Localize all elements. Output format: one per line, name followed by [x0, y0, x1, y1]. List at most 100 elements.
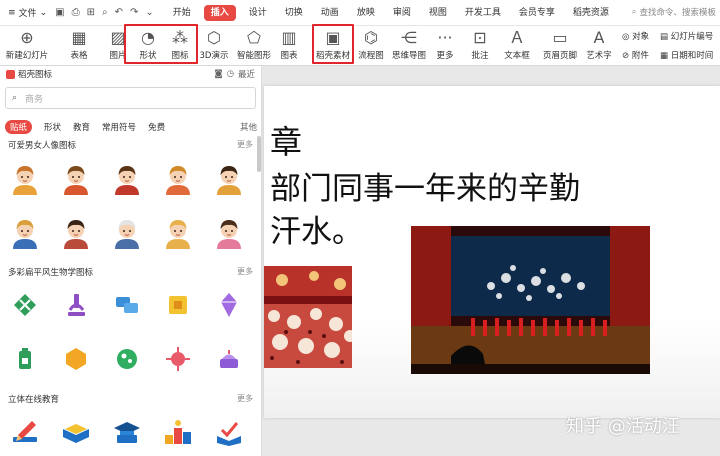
- hamburger-icon: ≡: [8, 7, 16, 18]
- panel-header: 稻壳图标 ◙ ◷ 最近: [0, 66, 261, 82]
- highlight-material-box: [312, 24, 354, 64]
- more-link[interactable]: 更多: [237, 393, 253, 405]
- battery-icon[interactable]: [3, 337, 47, 381]
- customize-icon[interactable]: ⌄: [145, 7, 153, 18]
- open-book-icon[interactable]: [54, 410, 98, 454]
- tab-0[interactable]: 开始: [164, 0, 200, 26]
- category-more-tab[interactable]: 其他: [240, 121, 257, 133]
- flowchart-button[interactable]: ⌬ 流程图: [356, 28, 386, 61]
- smart-art-button[interactable]: ⬠ 智能图形: [234, 28, 274, 61]
- cake-icon[interactable]: [207, 337, 251, 381]
- dna-icon[interactable]: [3, 283, 47, 327]
- more-link[interactable]: 更多: [237, 139, 253, 151]
- icon-grid-avatars: [3, 156, 257, 254]
- crystal-icon[interactable]: [207, 283, 251, 327]
- avatar-bearded-man-icon[interactable]: [105, 156, 149, 200]
- attachment-button[interactable]: ⊘ 附件: [622, 49, 649, 61]
- table-button[interactable]: ▦ 表格: [64, 28, 94, 61]
- pencil-icon[interactable]: [3, 410, 47, 454]
- avatar-boy-icon[interactable]: [3, 156, 47, 200]
- export-pdf-icon[interactable]: ⎙: [72, 7, 80, 18]
- panel-scrollbar[interactable]: [257, 136, 261, 172]
- microscope-icon[interactable]: [54, 283, 98, 327]
- menu-bar: ≡ 文件 ⌄ ▣ ⎙ ⊞ ⌕ ↶ ↷ ⌄ 开始 插入 设计 切换 动画 放映 审阅 视图 开发工…: [0, 0, 720, 26]
- category-tab-1[interactable]: 形状: [44, 121, 61, 133]
- undo-icon[interactable]: ↶: [115, 7, 123, 18]
- command-search[interactable]: ⌕ 查找命令、搜索模板: [632, 6, 716, 18]
- tab-3[interactable]: 切换: [276, 0, 312, 26]
- wordart-button[interactable]: A 艺术字: [582, 28, 616, 61]
- avatar-woman-long-hair-icon[interactable]: [207, 210, 251, 254]
- certificate-icon[interactable]: [207, 410, 251, 454]
- stage-performance-photo[interactable]: [411, 226, 650, 374]
- quick-access-toolbar: ▣ ⎙ ⊞ ⌕ ↶ ↷ ⌄: [55, 7, 154, 18]
- new-slide-button[interactable]: ⊕ 新建幻灯片: [4, 28, 50, 61]
- avatar-old-man-icon[interactable]: [105, 210, 149, 254]
- recent-link[interactable]: 最近: [238, 68, 255, 80]
- section-header-education: 立体在线教育 更多: [8, 393, 253, 405]
- graduation-cap-icon[interactable]: [105, 410, 149, 454]
- tab-2[interactable]: 设计: [240, 0, 276, 26]
- category-tab-0[interactable]: 贴纸: [5, 120, 33, 134]
- tab-10[interactable]: 稻壳资源: [564, 0, 618, 26]
- more-link[interactable]: 更多: [237, 266, 253, 278]
- slide-number-icon: ▤: [660, 32, 669, 42]
- avatar-girl-icon[interactable]: [156, 156, 200, 200]
- slide-number-button[interactable]: ▤ 幻灯片编号: [660, 30, 713, 42]
- flowchart-icon: ⌬: [364, 28, 378, 47]
- tab-6[interactable]: 审阅: [384, 0, 420, 26]
- tab-9[interactable]: 会员专享: [510, 0, 564, 26]
- banquet-photo[interactable]: [264, 266, 352, 368]
- virus-icon[interactable]: [156, 337, 200, 381]
- preview-icon[interactable]: ⌕: [102, 7, 108, 18]
- tab-5[interactable]: 放映: [348, 0, 384, 26]
- slide-text-line2[interactable]: 部门同事一年来的辛勤: [270, 163, 580, 208]
- watermark: 知乎 @活动汪: [566, 416, 680, 437]
- panel-search-input[interactable]: ⌕ 商务: [5, 87, 256, 109]
- file-menu[interactable]: ≡ 文件 ⌄: [0, 6, 55, 20]
- save-icon[interactable]: ▣: [55, 7, 64, 18]
- category-tab-2[interactable]: 教育: [73, 121, 90, 133]
- chevron-down-icon: ⌄: [39, 7, 48, 18]
- honeycomb-icon[interactable]: [54, 337, 98, 381]
- clock-icon: ◷: [226, 69, 234, 79]
- slide-text-line3[interactable]: 汗水。: [270, 206, 363, 251]
- category-tab-4[interactable]: 免费: [148, 121, 165, 133]
- cell-icon[interactable]: [105, 337, 149, 381]
- lab-box-icon[interactable]: [156, 283, 200, 327]
- header-footer-button[interactable]: ▭ 页眉页脚: [542, 28, 578, 61]
- avatar-woman-icon[interactable]: [207, 156, 251, 200]
- avatar-blonde-girl-icon[interactable]: [156, 210, 200, 254]
- tab-1[interactable]: 插入: [203, 4, 236, 21]
- avatar-man-hat-icon[interactable]: [54, 156, 98, 200]
- podium-icon[interactable]: [156, 410, 200, 454]
- menu-tabs: 开始 插入 设计 切换 动画 放映 审阅 视图 开发工具 会员专享 稻壳资源: [164, 0, 618, 26]
- comment-button[interactable]: ⊡ 批注: [468, 28, 492, 61]
- table-icon: ▦: [71, 28, 87, 47]
- mindmap-button[interactable]: ⋲ 思维导图: [390, 28, 428, 61]
- chart-button[interactable]: ▥ 图表: [276, 28, 302, 61]
- redo-icon[interactable]: ↷: [130, 7, 138, 18]
- wordart-icon: A: [593, 28, 605, 47]
- message-icon[interactable]: ◙: [214, 69, 222, 79]
- print-icon[interactable]: ⊞: [87, 7, 95, 18]
- chat-bubbles-icon[interactable]: [105, 283, 149, 327]
- date-time-button[interactable]: ▦ 日期和时间: [660, 49, 713, 61]
- object-button[interactable]: ◎ 对象: [622, 30, 649, 42]
- avatar-mustache-man-icon[interactable]: [54, 210, 98, 254]
- tab-7[interactable]: 视图: [420, 0, 456, 26]
- more-button[interactable]: ··· 更多: [432, 28, 458, 61]
- 3d-demo-button[interactable]: ⬡ 3D演示: [198, 28, 230, 61]
- new-slide-icon: ⊕: [20, 28, 34, 47]
- textbox-icon: Ａ: [508, 28, 525, 47]
- avatar-girl-bun-icon[interactable]: [3, 210, 47, 254]
- category-tab-3[interactable]: 常用符号: [102, 121, 136, 133]
- cube-icon: ⬡: [207, 28, 221, 47]
- docer-logo-icon: [6, 69, 15, 79]
- slide-text-line1[interactable]: 章: [270, 117, 302, 163]
- textbox-button[interactable]: Ａ 文本框: [500, 28, 534, 61]
- paperclip-icon: ⊘: [622, 51, 630, 61]
- bar-chart-icon: ▥: [281, 28, 297, 47]
- tab-8[interactable]: 开发工具: [456, 0, 510, 26]
- tab-4[interactable]: 动画: [312, 0, 348, 26]
